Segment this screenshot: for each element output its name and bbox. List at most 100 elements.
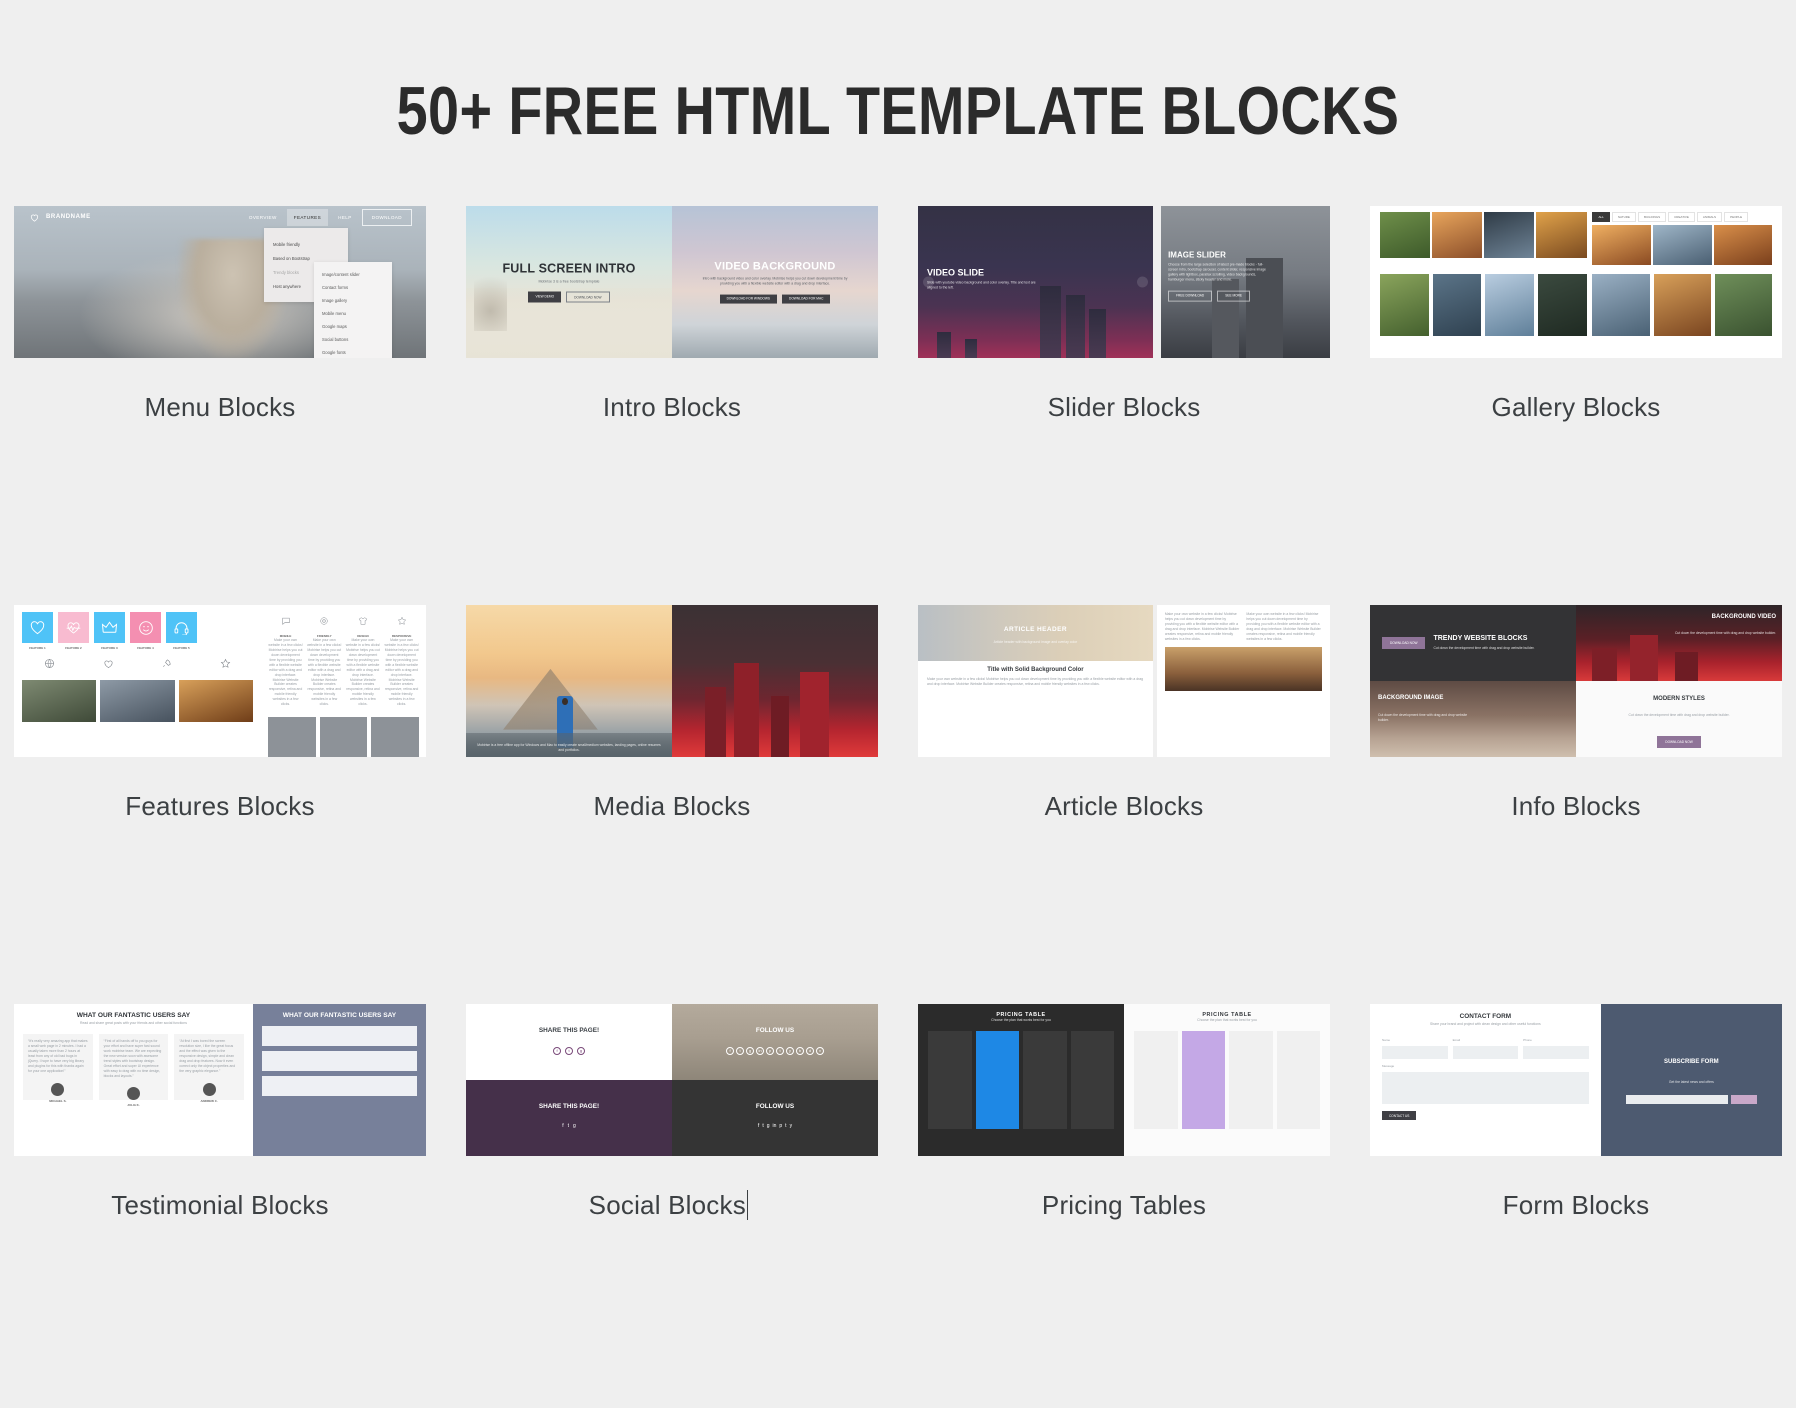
google-plus-icon[interactable]: g <box>746 1046 754 1055</box>
card-testimonial-blocks[interactable]: WHAT OUR FANTASTIC USERS SAY Read and sh… <box>14 1000 426 1221</box>
download-windows-button[interactable]: DOWNLOAD FOR WINDOWS <box>719 294 778 304</box>
thumbnail-features-blocks[interactable]: FEATURE 1 FEATURE 2 FEATURE 3 FEATURE 4 … <box>14 605 426 757</box>
card-form-blocks[interactable]: CONTACT FORM Share your brand and projec… <box>1370 1000 1782 1221</box>
pricing-plan[interactable] <box>1134 1030 1178 1129</box>
message-textarea[interactable] <box>1382 1071 1589 1104</box>
intro-right-title: VIDEO BACKGROUND <box>714 260 836 273</box>
linkedin-icon[interactable]: in <box>772 1123 776 1129</box>
thumbnail-media-blocks[interactable]: Mobirise is a free offline app for Windo… <box>466 605 878 757</box>
card-media-blocks[interactable]: Mobirise is a free offline app for Windo… <box>466 601 878 822</box>
tumblr-icon[interactable]: t <box>776 1046 784 1055</box>
submenu-item-0[interactable]: Image/content slider <box>314 268 392 281</box>
card-features-blocks[interactable]: FEATURE 1 FEATURE 2 FEATURE 3 FEATURE 4 … <box>14 601 426 822</box>
nav-item-help[interactable]: HELP <box>331 209 359 226</box>
brand[interactable]: BRANDNAME <box>28 212 91 223</box>
card-menu-blocks[interactable]: BRANDNAME OVERVIEW FEATURES HELP DOWNLOA… <box>14 202 426 423</box>
google-plus-icon[interactable]: g <box>577 1046 585 1055</box>
gallery-tab-nature[interactable]: NATURE <box>1611 212 1636 222</box>
thumbnail-info-blocks[interactable]: DOWNLOAD NOW TRENDY WEBSITE BLOCKS Cut d… <box>1370 605 1782 757</box>
card-info-blocks[interactable]: DOWNLOAD NOW TRENDY WEBSITE BLOCKS Cut d… <box>1370 601 1782 822</box>
vk-icon[interactable]: v <box>816 1046 824 1055</box>
card-social-blocks[interactable]: SHARE THIS PAGE! f t g FOLLOW US f t g i… <box>466 1000 878 1221</box>
nav-item-features[interactable]: FEATURES <box>286 208 329 226</box>
slider-next-arrow-icon[interactable] <box>1136 276 1148 288</box>
gallery-tab-animals[interactable]: ANIMALS <box>1696 212 1723 222</box>
pinterest-icon[interactable]: p <box>766 1046 774 1055</box>
dribbble-icon[interactable]: d <box>806 1046 814 1055</box>
youtube-icon[interactable]: y <box>790 1123 793 1129</box>
thumbnail-article-blocks[interactable]: ARTICLE HEADER Article header with backg… <box>918 605 1330 757</box>
linkedin-icon[interactable]: in <box>756 1046 764 1055</box>
feature-tile-2[interactable] <box>58 612 89 643</box>
gallery-tab-people[interactable]: PEOPLE <box>1724 212 1749 222</box>
twitter-icon[interactable]: t <box>736 1046 744 1055</box>
download-now-button[interactable]: DOWNLOAD NOW <box>1382 637 1426 649</box>
contact-us-button[interactable]: CONTACT US <box>1382 1111 1417 1121</box>
google-plus-icon[interactable]: g <box>767 1123 770 1129</box>
behance-icon[interactable]: b <box>796 1046 804 1055</box>
facebook-icon[interactable]: f <box>758 1123 759 1129</box>
submenu-item-4[interactable]: Google maps <box>314 320 392 333</box>
twitter-icon[interactable]: t <box>565 1046 573 1055</box>
thumbnail-pricing-tables[interactable]: PRICING TABLE Choose the plan that works… <box>918 1004 1330 1156</box>
facebook-icon[interactable]: f <box>726 1046 734 1055</box>
pricing-plan[interactable] <box>1276 1030 1320 1129</box>
thumbnail-social-blocks[interactable]: SHARE THIS PAGE! f t g FOLLOW US f t g i… <box>466 1004 878 1156</box>
feature-tile-3[interactable] <box>94 612 125 643</box>
slider-prev-arrow-icon[interactable] <box>923 276 934 288</box>
feature-caption-3: FEATURE 3 <box>101 646 118 650</box>
thumbnail-menu-blocks[interactable]: BRANDNAME OVERVIEW FEATURES HELP DOWNLOA… <box>14 206 426 358</box>
info-download-button[interactable]: DOWNLOAD NOW <box>1657 735 1701 748</box>
thumbnail-intro-blocks[interactable]: FULL SCREEN INTRO Mobirise 3 is a free b… <box>466 206 878 358</box>
feature-tile-1[interactable] <box>22 612 53 643</box>
phone-input[interactable] <box>1523 1045 1589 1059</box>
twitter-icon[interactable]: t <box>568 1123 569 1129</box>
nav-item-overview[interactable]: OVERVIEW <box>242 209 284 226</box>
facebook-icon[interactable]: f <box>562 1123 563 1129</box>
gallery-tab-all[interactable]: ALL <box>1592 212 1610 222</box>
thumbnail-slider-blocks[interactable]: VIDEO SLIDE Slide with youtube video bac… <box>918 206 1330 358</box>
submenu-item-2[interactable]: Image gallery <box>314 294 392 307</box>
pricing-plan[interactable] <box>1070 1030 1114 1129</box>
youtube-icon[interactable]: y <box>786 1046 794 1055</box>
card-label-article-blocks: Article Blocks <box>1044 791 1204 821</box>
pricing-plan-highlight[interactable] <box>1181 1030 1225 1129</box>
thumbnail-testimonial-blocks[interactable]: WHAT OUR FANTASTIC USERS SAY Read and sh… <box>14 1004 426 1156</box>
submenu-item-5[interactable]: Social buttons <box>314 333 392 346</box>
card-pricing-tables[interactable]: PRICING TABLE Choose the plan that works… <box>918 1000 1330 1221</box>
view-demo-button[interactable]: VIEW DEMO <box>528 291 562 303</box>
pricing-plan[interactable] <box>928 1030 972 1129</box>
twitter-icon[interactable]: t <box>762 1123 763 1129</box>
submenu-item-1[interactable]: Contact forms <box>314 281 392 294</box>
pricing-plan[interactable] <box>1229 1030 1273 1129</box>
tumblr-icon[interactable]: t <box>785 1123 786 1129</box>
gallery-tab-creative[interactable]: CREATIVE <box>1668 212 1695 222</box>
free-download-button[interactable]: FREE DOWNLOAD <box>1168 290 1213 302</box>
facebook-icon[interactable]: f <box>553 1046 561 1055</box>
download-mac-button[interactable]: DOWNLOAD FOR MAC <box>782 294 831 304</box>
dropdown-item-mobile-friendly[interactable]: Mobile friendly <box>264 237 348 251</box>
feature-tile-4[interactable] <box>130 612 161 643</box>
card-article-blocks[interactable]: ARTICLE HEADER Article header with backg… <box>918 601 1330 822</box>
submenu-item-3[interactable]: Mobile menu <box>314 307 392 320</box>
card-label-features-blocks: Features Blocks <box>125 791 315 821</box>
card-gallery-blocks[interactable]: ALL NATURE BUILDINGS CREATIVE ANIMALS PE… <box>1370 202 1782 423</box>
name-input[interactable] <box>1382 1045 1448 1059</box>
submenu-item-6[interactable]: Google fonts <box>314 346 392 358</box>
see-more-button[interactable]: SEE MORE <box>1217 290 1251 302</box>
gallery-tab-buildings[interactable]: BUILDINGS <box>1637 212 1667 222</box>
google-plus-icon[interactable]: g <box>573 1123 576 1129</box>
features-submenu[interactable]: Image/content slider Contact forms Image… <box>314 262 392 358</box>
nav-item-download[interactable]: DOWNLOAD <box>361 208 412 226</box>
thumbnail-gallery-blocks[interactable]: ALL NATURE BUILDINGS CREATIVE ANIMALS PE… <box>1370 206 1782 358</box>
feature-tile-5[interactable] <box>166 612 197 643</box>
pricing-plan[interactable] <box>1023 1030 1067 1129</box>
card-slider-blocks[interactable]: VIDEO SLIDE Slide with youtube video bac… <box>918 202 1330 423</box>
pinterest-icon[interactable]: p <box>779 1123 782 1129</box>
download-now-button[interactable]: DOWNLOAD NOW <box>566 291 610 303</box>
subscribe-button[interactable] <box>1730 1095 1757 1105</box>
pricing-plan-highlight[interactable] <box>975 1030 1019 1129</box>
thumbnail-form-blocks[interactable]: CONTACT FORM Share your brand and projec… <box>1370 1004 1782 1156</box>
email-input[interactable] <box>1452 1045 1519 1059</box>
card-intro-blocks[interactable]: FULL SCREEN INTRO Mobirise 3 is a free b… <box>466 202 878 423</box>
